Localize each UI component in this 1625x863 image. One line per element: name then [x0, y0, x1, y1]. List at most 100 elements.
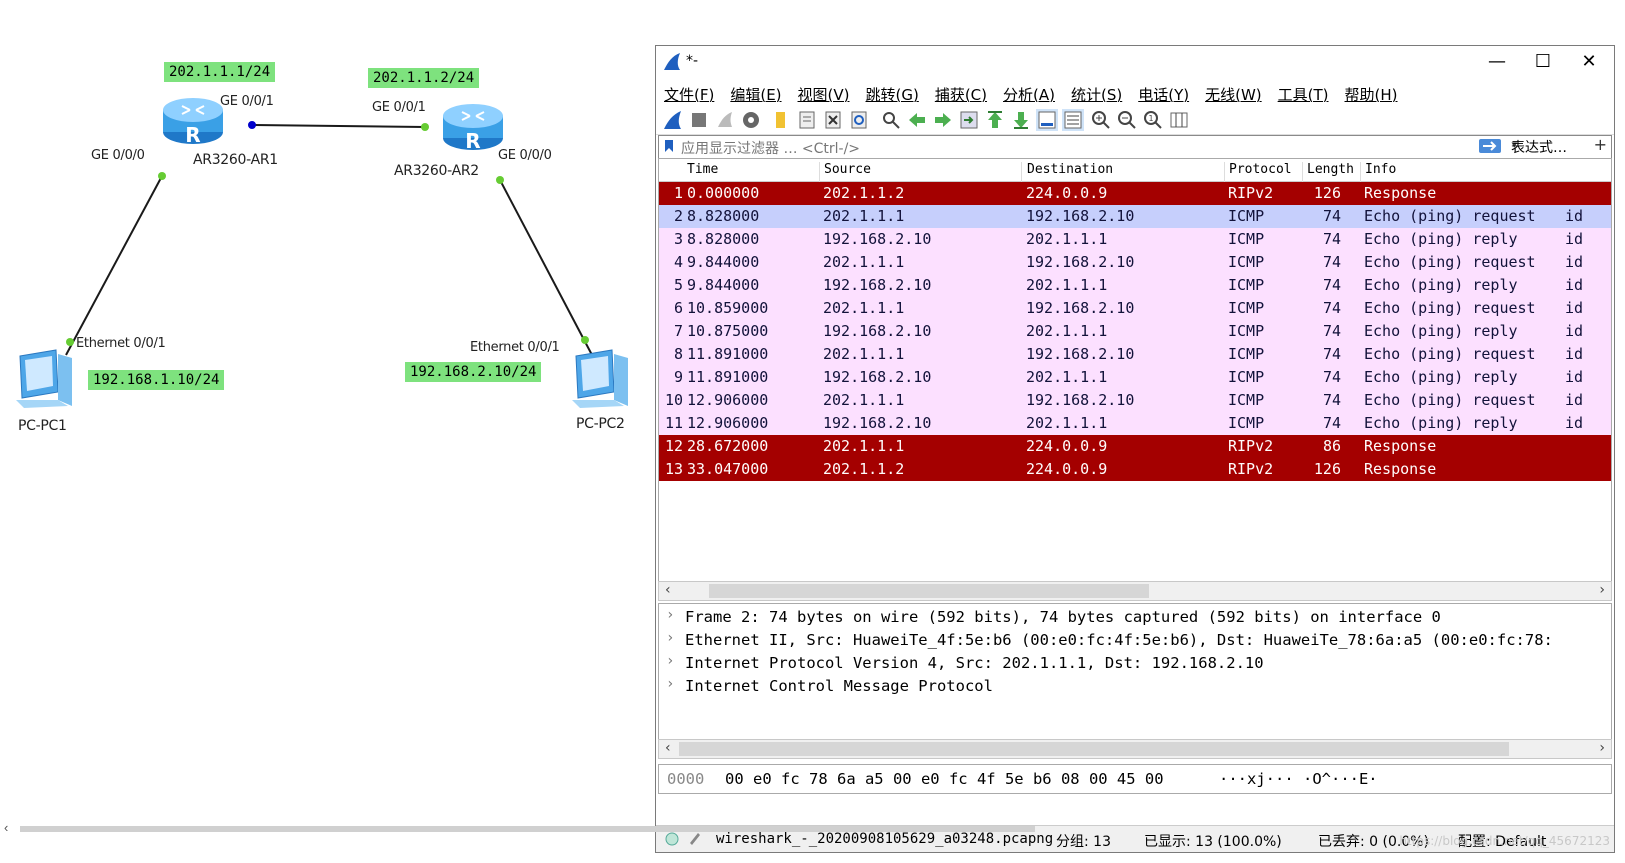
packet-cell-extra: id: [1565, 345, 1584, 363]
scroll-right-icon[interactable]: ›: [1599, 582, 1605, 598]
packet-row[interactable]: 6 10.859000 202.1.1.1 192.168.2.10 ICMP 74 Ech…: [659, 297, 1611, 320]
packet-row[interactable]: 8 11.891000 202.1.1.1 192.168.2.10 ICMP 74 Ech…: [659, 343, 1611, 366]
packet-row[interactable]: 13 33.047000 202.1.1.2 224.0.0.9 RIPv2 126 Res…: [659, 458, 1611, 481]
menu-statistics[interactable]: 统计(S): [1063, 80, 1130, 105]
router-icon[interactable]: R: [160, 92, 226, 148]
go-to-packet-icon[interactable]: [958, 109, 980, 131]
link-ar2-pc2[interactable]: [499, 179, 593, 356]
menu-analyze[interactable]: 分析(A): [995, 80, 1063, 105]
detail-row-ethernet[interactable]: › Ethernet II, Src: HuaweiTe_4f:5e:b6 (00…: [659, 629, 1611, 652]
capture-options-icon[interactable]: [740, 109, 762, 131]
column-header-time[interactable]: Time: [687, 162, 718, 177]
expand-arrow-icon[interactable]: ›: [666, 607, 674, 623]
restart-capture-icon[interactable]: [714, 109, 736, 131]
column-header-length[interactable]: Length: [1307, 162, 1354, 177]
column-divider[interactable]: [819, 162, 820, 184]
maximize-button[interactable]: ☐: [1520, 46, 1566, 80]
menu-tools[interactable]: 工具(T): [1270, 80, 1337, 105]
menu-telephony[interactable]: 电话(Y): [1130, 80, 1197, 105]
bookmark-icon[interactable]: [664, 139, 674, 153]
packet-row[interactable]: 9 11.891000 192.168.2.10 202.1.1.1 ICMP 74 Ech…: [659, 366, 1611, 389]
packet-cell-time: 33.047000: [687, 460, 769, 478]
reload-file-icon[interactable]: [848, 109, 870, 131]
menu-view[interactable]: 视图(V): [790, 80, 858, 105]
pc-icon[interactable]: [568, 348, 638, 412]
go-to-last-packet-icon[interactable]: [1010, 109, 1032, 131]
hex-bytes[interactable]: 00 e0 fc 78 6a a5 00 e0 fc 4f 5e b6 08 0…: [725, 770, 1164, 788]
minimize-button[interactable]: —: [1474, 46, 1520, 80]
expand-arrow-icon[interactable]: ›: [666, 676, 674, 692]
scroll-left-icon[interactable]: ‹: [665, 740, 671, 756]
menu-capture[interactable]: 捕获(C): [927, 80, 995, 105]
go-forward-icon[interactable]: [932, 109, 954, 131]
expand-arrow-icon[interactable]: ›: [666, 630, 674, 646]
expression-button[interactable]: 表达式…: [1511, 137, 1567, 157]
column-divider[interactable]: [1224, 162, 1225, 184]
close-button[interactable]: ✕: [1566, 46, 1612, 80]
start-capture-icon[interactable]: [662, 109, 684, 131]
column-divider[interactable]: [1302, 162, 1303, 184]
scroll-left-icon[interactable]: ‹: [665, 582, 671, 598]
packet-row[interactable]: 12 28.672000 202.1.1.1 224.0.0.9 RIPv2 86 Resp…: [659, 435, 1611, 458]
packet-row[interactable]: 4 9.844000 202.1.1.1 192.168.2.10 ICMP 74 Echo…: [659, 251, 1611, 274]
scroll-right-icon[interactable]: ›: [1599, 740, 1605, 756]
packet-cell-proto: RIPv2: [1228, 460, 1274, 478]
scroll-left-icon[interactable]: ‹: [4, 820, 8, 835]
packet-row[interactable]: 2 8.828000 202.1.1.1 192.168.2.10 ICMP 74 Echo…: [659, 205, 1611, 228]
open-file-icon[interactable]: [770, 109, 792, 131]
link-ar1-pc1[interactable]: [65, 175, 163, 356]
menu-edit[interactable]: 编辑(E): [722, 80, 789, 105]
apply-filter-arrow-icon[interactable]: [1479, 139, 1501, 153]
packet-row[interactable]: 1 0.000000 202.1.1.2 224.0.0.9 RIPv2 126 Respo…: [659, 182, 1611, 205]
zoom-in-icon[interactable]: [1090, 109, 1112, 131]
router-icon[interactable]: R: [440, 98, 506, 154]
stop-capture-icon[interactable]: [688, 109, 710, 131]
zoom-out-icon[interactable]: [1116, 109, 1138, 131]
host-hscrollbar[interactable]: ‹: [0, 820, 1625, 835]
detail-row-frame[interactable]: › Frame 2: 74 bytes on wire (592 bits), 7…: [659, 606, 1611, 629]
resize-columns-icon[interactable]: [1168, 109, 1190, 131]
go-to-first-packet-icon[interactable]: [984, 109, 1006, 131]
scrollbar-thumb[interactable]: [709, 584, 1149, 598]
colorize-icon[interactable]: [1062, 109, 1084, 131]
menu-wireless[interactable]: 无线(W): [1197, 80, 1270, 105]
menu-help[interactable]: 帮助(H): [1337, 80, 1406, 105]
packet-list-hscrollbar[interactable]: ‹ ›: [658, 581, 1612, 601]
save-file-icon[interactable]: [796, 109, 818, 131]
column-header-protocol[interactable]: Protocol: [1229, 162, 1292, 177]
port-label-pc2-eth: Ethernet 0/0/1: [470, 340, 560, 355]
packet-row[interactable]: 7 10.875000 192.168.2.10 202.1.1.1 ICMP 74 Ech…: [659, 320, 1611, 343]
watermark: https://blog.csdn.net/qq_45672123: [1399, 834, 1610, 848]
detail-row-ipv4[interactable]: › Internet Protocol Version 4, Src: 202.1…: [659, 652, 1611, 675]
scrollbar-thumb[interactable]: [20, 826, 1035, 832]
expand-arrow-icon[interactable]: ›: [666, 653, 674, 669]
auto-scroll-icon[interactable]: [1036, 109, 1058, 131]
normal-size-icon[interactable]: 1: [1142, 109, 1164, 131]
ascii-bytes[interactable]: ···xj··· ·O^···E·: [1219, 770, 1378, 788]
column-header-info[interactable]: Info: [1365, 162, 1396, 177]
packet-row[interactable]: 10 12.906000 202.1.1.1 192.168.2.10 ICMP 74 Ec…: [659, 389, 1611, 412]
title-bar[interactable]: *- — ☐ ✕: [656, 46, 1614, 80]
column-header-destination[interactable]: Destination: [1027, 162, 1113, 177]
packet-row[interactable]: 3 8.828000 192.168.2.10 202.1.1.1 ICMP 74 Echo…: [659, 228, 1611, 251]
packet-row[interactable]: 5 9.844000 192.168.2.10 202.1.1.1 ICMP 74 Echo…: [659, 274, 1611, 297]
pc-icon[interactable]: [12, 348, 82, 412]
column-header-source[interactable]: Source: [824, 162, 871, 177]
details-hscrollbar[interactable]: ‹ ›: [658, 739, 1612, 759]
status-ready-icon[interactable]: [665, 832, 679, 846]
display-filter-input[interactable]: 应用显示过滤器 … <Ctrl-/> ▾ 表达式… +: [658, 135, 1612, 159]
find-packet-icon[interactable]: [880, 109, 902, 131]
close-file-icon[interactable]: [822, 109, 844, 131]
link-ar1-ar2[interactable]: [251, 124, 426, 128]
menu-file[interactable]: 文件(F): [656, 80, 722, 105]
add-filter-button[interactable]: +: [1594, 135, 1607, 154]
packet-cell-no: 10: [664, 391, 683, 409]
detail-row-icmp[interactable]: › Internet Control Message Protocol: [659, 675, 1611, 698]
go-back-icon[interactable]: [906, 109, 928, 131]
column-divider[interactable]: [1360, 162, 1361, 184]
packet-row[interactable]: 11 12.906000 192.168.2.10 202.1.1.1 ICMP 74 Ec…: [659, 412, 1611, 435]
column-divider[interactable]: [1021, 162, 1022, 184]
packet-bytes-pane[interactable]: 0000 00 e0 fc 78 6a a5 00 e0 fc 4f 5e b6…: [658, 764, 1612, 794]
menu-go[interactable]: 跳转(G): [858, 80, 927, 105]
scrollbar-thumb[interactable]: [679, 742, 1509, 756]
